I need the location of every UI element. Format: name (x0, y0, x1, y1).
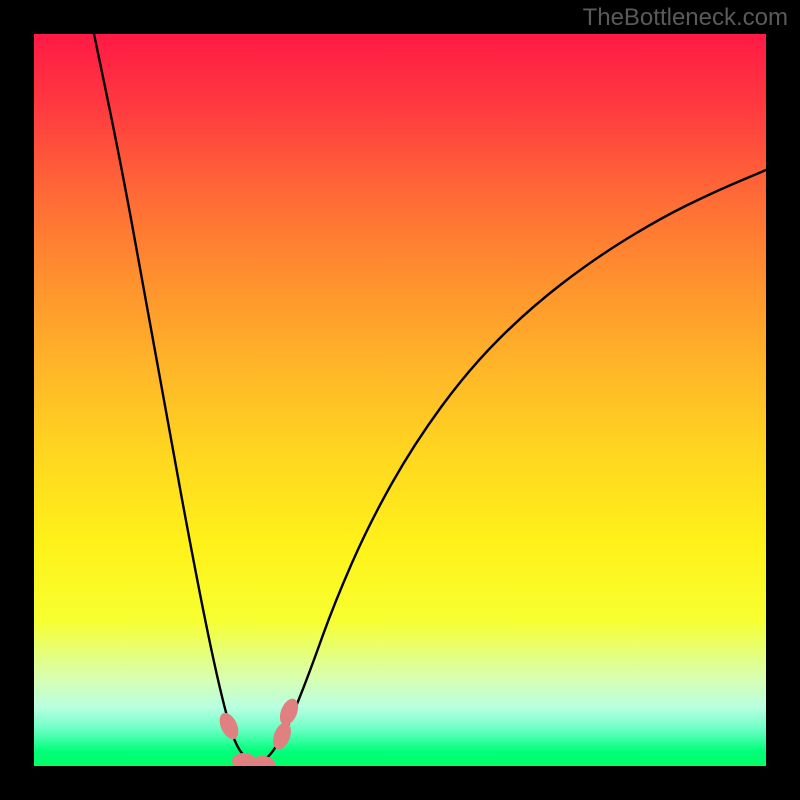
curve-marker (216, 710, 242, 742)
curve-markers (216, 696, 302, 766)
plot-area (34, 34, 766, 766)
bottleneck-curve (94, 34, 766, 762)
watermark-text: TheBottleneck.com (583, 4, 788, 32)
curve-marker (270, 720, 295, 752)
curve-svg (34, 34, 766, 766)
chart-frame: TheBottleneck.com (0, 0, 800, 800)
curve-marker (251, 754, 277, 766)
